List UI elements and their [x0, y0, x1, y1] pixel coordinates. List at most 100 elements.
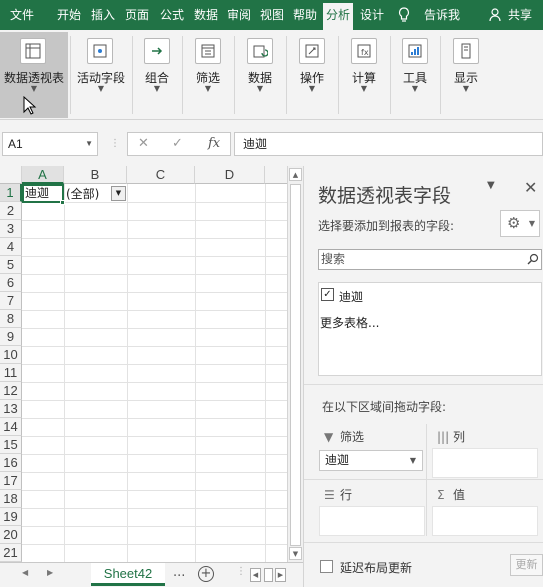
grid-line [64, 184, 65, 562]
row-header[interactable]: 11 [0, 364, 22, 382]
insert-function-icon[interactable]: fx [208, 133, 220, 155]
row-header[interactable]: 13 [0, 400, 22, 418]
next-sheet-icon[interactable]: ▶ [47, 568, 53, 577]
vertical-scrollbar[interactable]: ▲ ▼ [287, 166, 303, 562]
tab-analyze[interactable]: 分析 [323, 3, 353, 30]
grid-line [22, 346, 290, 347]
row-header[interactable]: 8 [0, 310, 22, 328]
select-all-corner[interactable] [0, 166, 22, 184]
scroll-up-icon[interactable]: ▲ [289, 168, 302, 181]
more-tables-link[interactable]: 更多表格... [320, 314, 379, 331]
row-header[interactable]: 10 [0, 346, 22, 364]
row-header[interactable]: 6 [0, 274, 22, 292]
active-field-icon [87, 38, 113, 64]
column-header-c[interactable]: C [127, 166, 195, 184]
tab-home[interactable]: 开始 [52, 0, 86, 30]
filter-zone-field[interactable]: 迪迦 ▼ [319, 450, 423, 471]
column-header-a[interactable]: A [22, 166, 64, 184]
actions-button[interactable]: 操作 ▼ [288, 32, 336, 118]
row-header[interactable]: 2 [0, 202, 22, 220]
layout-settings-button[interactable]: ⚙ ▼ [500, 210, 540, 237]
row-header[interactable]: 9 [0, 328, 22, 346]
columns-drop-zone[interactable] [432, 448, 538, 478]
tab-help[interactable]: 帮助 [288, 0, 322, 30]
tab-view[interactable]: 视图 [255, 0, 289, 30]
ribbon-divider [338, 36, 339, 114]
chevron-down-icon[interactable]: ▼ [410, 451, 416, 470]
calculations-button[interactable]: fx 计算 ▼ [340, 32, 388, 118]
field-name[interactable]: 迪迦 [339, 288, 363, 305]
formula-input[interactable]: 迪迦 [234, 132, 543, 156]
row-header[interactable]: 7 [0, 292, 22, 310]
cancel-icon[interactable]: ✕ [138, 133, 149, 155]
row-header[interactable]: 17 [0, 472, 22, 490]
worksheet-grid[interactable]: A B C D 1 2 3 4 5 6 7 8 9 10 11 12 13 14… [0, 166, 290, 562]
rows-drop-zone[interactable] [319, 506, 425, 536]
values-drop-zone[interactable] [432, 506, 538, 536]
tell-me-search[interactable]: 告诉我 [420, 0, 464, 30]
lightbulb-icon[interactable] [396, 0, 412, 30]
group-button[interactable]: 组合 ▼ [134, 32, 180, 118]
pane-options-dropdown-icon[interactable]: ▼ [487, 180, 495, 191]
cell-a1[interactable]: 迪迦 [22, 184, 64, 203]
more-sheets[interactable]: ... [173, 565, 185, 580]
tab-design[interactable]: 设计 [356, 0, 388, 30]
tools-button[interactable]: 工具 ▼ [392, 32, 438, 118]
mouse-cursor-icon [23, 96, 37, 115]
defer-update-checkbox[interactable] [320, 560, 333, 573]
grid-line [22, 418, 290, 419]
tab-formulas[interactable]: 公式 [155, 0, 189, 30]
chevron-down-icon[interactable]: ▼ [85, 133, 93, 155]
cell-b1[interactable]: (全部) ▼ [65, 185, 127, 203]
horizontal-scrollbar-thumb[interactable] [264, 568, 273, 582]
group-icon [144, 38, 170, 64]
close-icon[interactable]: ✕ [524, 178, 537, 197]
row-header[interactable]: 15 [0, 436, 22, 454]
tab-insert[interactable]: 插入 [86, 0, 120, 30]
search-icon[interactable] [527, 250, 539, 271]
add-sheet-button[interactable]: + [198, 566, 214, 582]
scroll-right-icon[interactable]: ▶ [275, 568, 286, 582]
row-header[interactable]: 14 [0, 418, 22, 436]
column-header-d[interactable]: D [195, 166, 265, 184]
tab-review[interactable]: 审阅 [222, 0, 256, 30]
filter-button[interactable]: 筛选 ▼ [184, 32, 232, 118]
data-button[interactable]: 数据 ▼ [236, 32, 284, 118]
values-zone-header: Σ值 [437, 486, 465, 504]
scroll-down-icon[interactable]: ▼ [289, 547, 302, 560]
person-icon[interactable] [488, 0, 502, 30]
row-header[interactable]: 20 [0, 526, 22, 544]
scroll-left-icon[interactable]: ◀ [250, 568, 261, 582]
row-header[interactable]: 4 [0, 238, 22, 256]
previous-sheet-icon[interactable]: ◀ [22, 568, 28, 577]
zone-divider [426, 424, 427, 536]
active-field-button[interactable]: 活动字段 ▼ [72, 32, 130, 118]
row-header[interactable]: 21 [0, 544, 22, 562]
row-header[interactable]: 1 [0, 184, 22, 202]
row-header[interactable]: 12 [0, 382, 22, 400]
column-header-b[interactable]: B [64, 166, 127, 184]
grid-line [22, 526, 290, 527]
row-header[interactable]: 5 [0, 256, 22, 274]
share-button[interactable]: 共享 [503, 0, 537, 30]
row-header[interactable]: 19 [0, 508, 22, 526]
row-header[interactable]: 18 [0, 490, 22, 508]
field-checkbox[interactable]: ✓ [321, 288, 334, 301]
cell-b1-value: (全部) [66, 187, 100, 201]
filter-icon: ▼ [324, 430, 334, 444]
tab-data[interactable]: 数据 [189, 0, 223, 30]
enter-icon[interactable]: ✓ [172, 133, 183, 155]
field-search-input[interactable]: 搜索 [318, 249, 542, 270]
tab-file[interactable]: 文件 [5, 0, 39, 30]
rows-icon: ☰ [324, 488, 335, 502]
tab-page-layout[interactable]: 页面 [120, 0, 154, 30]
filter-dropdown-button[interactable]: ▼ [111, 186, 126, 201]
row-header[interactable]: 3 [0, 220, 22, 238]
scrollbar-thumb[interactable] [290, 184, 301, 546]
name-box[interactable]: A1 ▼ [2, 132, 98, 156]
row-header[interactable]: 16 [0, 454, 22, 472]
show-button[interactable]: 显示 ▼ [442, 32, 490, 118]
update-button[interactable]: 更新 [510, 554, 543, 576]
sheet-tab-active[interactable]: Sheet42 [91, 563, 165, 586]
filter-icon [195, 38, 221, 64]
